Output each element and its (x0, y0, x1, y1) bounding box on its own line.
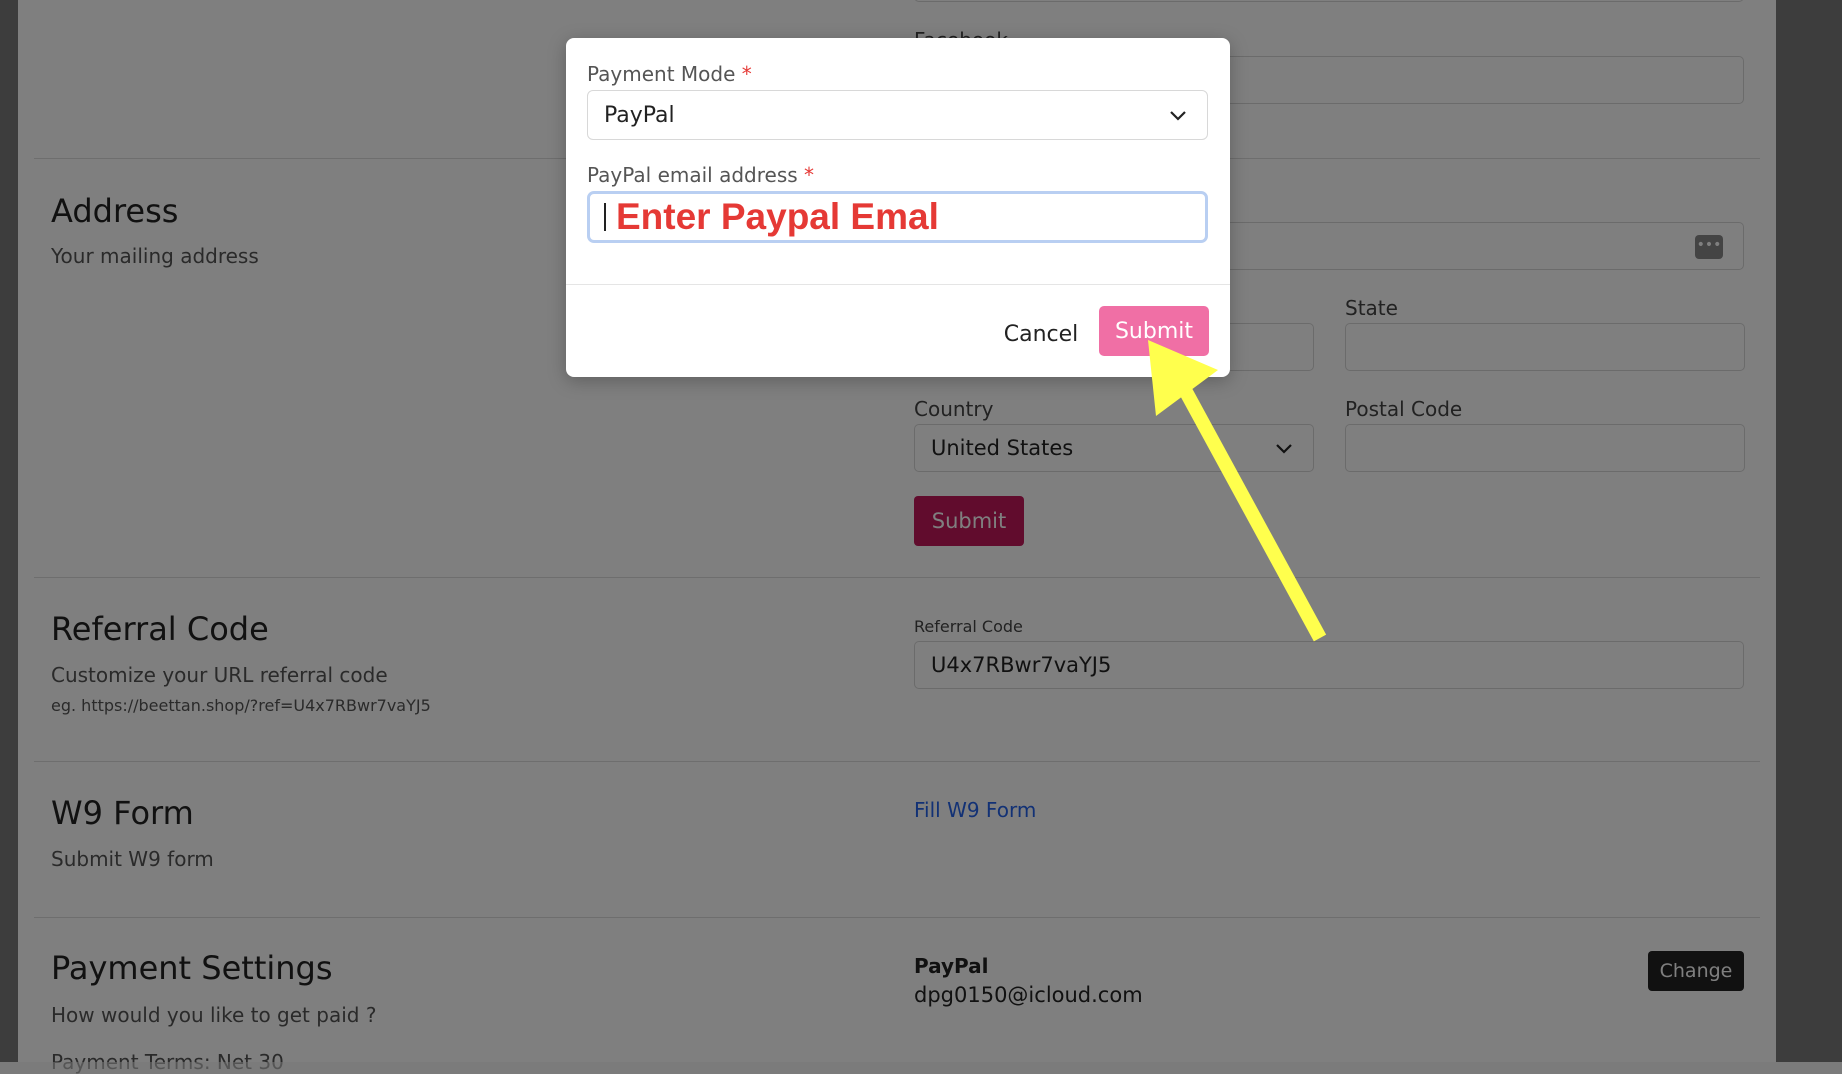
text-cursor (604, 203, 606, 231)
dialog-footer-divider (566, 284, 1230, 285)
chevron-down-icon (1170, 111, 1186, 121)
required-marker: * (804, 163, 815, 187)
paypal-email-input[interactable]: Enter Paypal Emal (587, 191, 1208, 243)
submit-button[interactable]: Submit (1099, 306, 1209, 356)
payment-mode-value: PayPal (604, 102, 675, 128)
paypal-email-label: PayPal email address * (587, 163, 814, 187)
payment-mode-label-text: Payment Mode (587, 62, 736, 86)
cancel-button[interactable]: Cancel (986, 310, 1096, 358)
paypal-email-label-text: PayPal email address (587, 163, 798, 187)
payment-mode-select[interactable]: PayPal (587, 90, 1208, 140)
payment-mode-label: Payment Mode * (587, 62, 752, 86)
annotation-enter-email: Enter Paypal Emal (616, 196, 939, 237)
required-marker: * (741, 62, 752, 86)
payment-mode-dialog: Payment Mode * PayPal PayPal email addre… (566, 38, 1230, 377)
